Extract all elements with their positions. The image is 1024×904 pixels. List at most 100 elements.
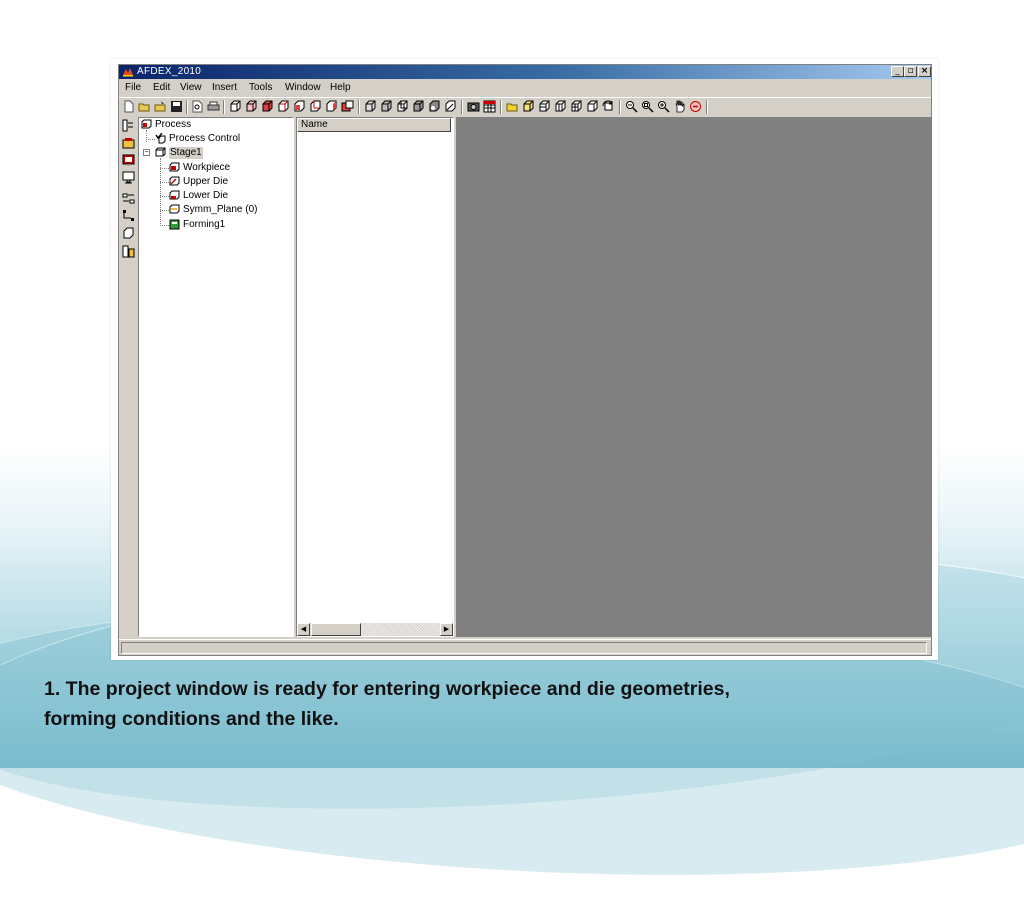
pan-icon[interactable] bbox=[673, 100, 686, 113]
toolbar-separator bbox=[186, 100, 188, 114]
tree-node-process-control[interactable]: Process Control bbox=[155, 133, 275, 145]
camera-icon[interactable] bbox=[467, 100, 480, 113]
workpiece-icon bbox=[169, 162, 180, 172]
zoom-in-icon[interactable] bbox=[657, 100, 670, 113]
tree-node-lower-die[interactable]: Lower Die bbox=[169, 190, 279, 202]
die-tool-icon[interactable] bbox=[122, 227, 135, 240]
menu-insert[interactable]: Insert bbox=[212, 81, 237, 95]
slide-caption: 1. The project window is ready for enter… bbox=[44, 674, 984, 734]
process-control-icon bbox=[155, 133, 166, 144]
close-button[interactable]: × bbox=[918, 66, 931, 77]
menu-file[interactable]: File bbox=[125, 81, 141, 95]
tree-node-process[interactable]: Process bbox=[141, 119, 281, 131]
minimize-button[interactable]: _ bbox=[891, 66, 904, 77]
open-view-icon[interactable] bbox=[506, 100, 519, 113]
zoom-window-icon[interactable] bbox=[641, 100, 654, 113]
restore-button[interactable]: ▫ bbox=[904, 66, 917, 77]
monitor-tool-icon[interactable] bbox=[122, 171, 135, 184]
node-tool-icon[interactable] bbox=[122, 209, 135, 222]
zoom-fit-icon[interactable] bbox=[625, 100, 638, 113]
iso-view-2-icon[interactable] bbox=[538, 100, 551, 113]
tree-connector bbox=[146, 130, 147, 142]
process-tool-icon[interactable] bbox=[122, 119, 135, 132]
tree-node-workpiece[interactable]: Workpiece bbox=[169, 162, 279, 174]
status-field bbox=[121, 642, 927, 654]
column-header-name[interactable]: Name bbox=[297, 118, 451, 132]
title-bar[interactable]: AFDEX_2010 _ ▫ × bbox=[119, 65, 931, 79]
tree-node-upper-die[interactable]: Upper Die bbox=[169, 176, 279, 188]
status-bar bbox=[119, 639, 931, 655]
model-view-1-icon[interactable] bbox=[229, 100, 242, 113]
scroll-right-button[interactable]: ▶ bbox=[440, 623, 453, 636]
model-viewport[interactable] bbox=[456, 117, 931, 637]
toolbar-separator bbox=[500, 100, 502, 114]
shade-2-icon[interactable] bbox=[380, 100, 393, 113]
iso-view-1-icon[interactable] bbox=[522, 100, 535, 113]
reset-view-icon[interactable] bbox=[689, 100, 702, 113]
tree-node-label: Upper Die bbox=[183, 176, 229, 187]
tree-node-label: Process Control bbox=[169, 133, 241, 144]
material-tool-icon[interactable] bbox=[122, 137, 135, 150]
scroll-thumb[interactable] bbox=[311, 623, 361, 636]
shade-5-icon[interactable] bbox=[428, 100, 441, 113]
shade-4-icon[interactable] bbox=[412, 100, 425, 113]
model-view-4-icon[interactable] bbox=[277, 100, 290, 113]
table-tool-icon[interactable] bbox=[122, 245, 135, 258]
tree-node-label: Process bbox=[155, 119, 192, 130]
model-view-3-icon[interactable] bbox=[261, 100, 274, 113]
app-logo-icon bbox=[123, 68, 133, 77]
forming-icon bbox=[169, 219, 180, 230]
model-view-5-icon[interactable] bbox=[293, 100, 306, 113]
app-window: AFDEX_2010 _ ▫ × File Edit View Insert T… bbox=[118, 64, 932, 656]
new-file-icon[interactable] bbox=[122, 100, 135, 113]
iso-view-5-icon[interactable] bbox=[586, 100, 599, 113]
tree-node-forming1[interactable]: Forming1 bbox=[169, 219, 279, 231]
align-tool-icon[interactable] bbox=[122, 192, 135, 205]
open-file-icon[interactable] bbox=[154, 100, 167, 113]
tree-node-stage1[interactable]: Stage1 bbox=[155, 147, 275, 159]
property-list-panel: Name ◀ ▶ bbox=[296, 117, 454, 637]
tree-node-label: Workpiece bbox=[183, 162, 231, 173]
window-title: AFDEX_2010 bbox=[137, 66, 202, 77]
model-view-8-icon[interactable] bbox=[341, 100, 354, 113]
horizontal-scrollbar[interactable]: ◀ ▶ bbox=[297, 623, 453, 636]
toolbar-separator bbox=[358, 100, 360, 114]
tree-connector bbox=[160, 225, 169, 226]
rotate-view-icon[interactable] bbox=[602, 100, 615, 113]
print-preview-icon[interactable] bbox=[191, 100, 204, 113]
tree-connector bbox=[160, 196, 169, 197]
process-icon bbox=[141, 119, 152, 129]
main-toolbar bbox=[119, 97, 931, 116]
print-icon[interactable] bbox=[207, 100, 220, 113]
model-view-7-icon[interactable] bbox=[325, 100, 338, 113]
iso-view-3-icon[interactable] bbox=[554, 100, 567, 113]
collapse-toggle[interactable]: − bbox=[143, 149, 150, 156]
menu-window[interactable]: Window bbox=[285, 81, 321, 95]
toolbar-separator bbox=[223, 100, 225, 114]
shade-6-icon[interactable] bbox=[444, 100, 457, 113]
tree-connector bbox=[160, 210, 169, 211]
tree-node-label: Lower Die bbox=[183, 190, 229, 201]
menu-tools[interactable]: Tools bbox=[249, 81, 272, 95]
toolbar-separator bbox=[706, 100, 708, 114]
shade-1-icon[interactable] bbox=[364, 100, 377, 113]
menu-view[interactable]: View bbox=[180, 81, 202, 95]
model-view-6-icon[interactable] bbox=[309, 100, 322, 113]
upper-die-icon bbox=[169, 176, 180, 186]
open-folder-icon[interactable] bbox=[138, 100, 151, 113]
menu-help[interactable]: Help bbox=[330, 81, 351, 95]
shade-3-icon[interactable] bbox=[396, 100, 409, 113]
menu-edit[interactable]: Edit bbox=[153, 81, 170, 95]
save-icon[interactable] bbox=[170, 100, 183, 113]
tree-connector bbox=[146, 139, 155, 140]
iso-view-4-icon[interactable] bbox=[570, 100, 583, 113]
model-view-2-icon[interactable] bbox=[245, 100, 258, 113]
grid-icon[interactable] bbox=[483, 100, 496, 113]
left-toolstrip bbox=[119, 117, 137, 637]
tree-node-symm-plane[interactable]: Symm_Plane (0) bbox=[169, 204, 289, 216]
caption-line: 1. The project window is ready for enter… bbox=[44, 678, 730, 700]
tree-node-label: Forming1 bbox=[183, 219, 226, 230]
scroll-left-button[interactable]: ◀ bbox=[297, 623, 310, 636]
tree-connector bbox=[160, 182, 169, 183]
graph-tool-icon[interactable] bbox=[122, 154, 135, 167]
